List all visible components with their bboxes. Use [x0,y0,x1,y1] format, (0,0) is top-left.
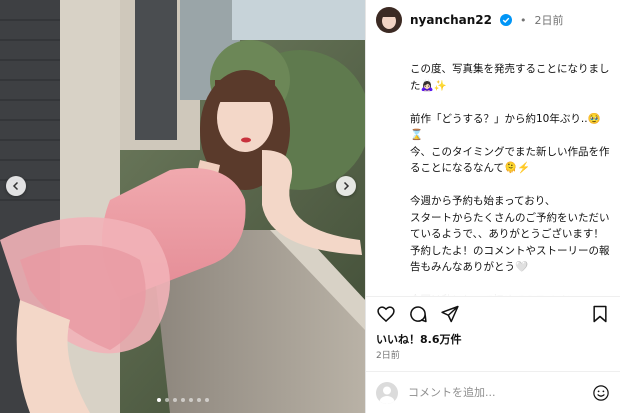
caption-text: この度、写真集を発売することになりました🙇🏻‍♀️✨ 前作「どうする？」から約1… [410,63,610,296]
header-separator: • [520,13,527,27]
carousel-prev-button[interactable] [6,176,26,196]
user-avatar-icon [379,386,395,404]
post-media[interactable] [0,0,365,413]
chevron-right-icon [343,181,350,191]
post-side-panel: nyanchan22 • 2日前 この度、写真集を発売することになりました🙇🏻‍… [365,0,620,413]
carousel-next-button[interactable] [336,176,356,196]
chevron-left-icon [12,181,19,191]
share-icon[interactable] [440,304,460,324]
carousel-dot [164,398,169,402]
instagram-post: nyanchan22 • 2日前 この度、写真集を発売することになりました🙇🏻‍… [0,0,620,413]
author-username[interactable]: nyanchan22 [410,13,492,27]
carousel-dot [180,398,185,402]
carousel-dot [172,398,177,402]
post-photo [0,0,365,413]
comment-icon[interactable] [408,304,428,324]
heart-icon[interactable] [376,304,396,324]
action-bar [366,296,620,331]
carousel-dot [204,398,209,402]
post-time[interactable]: 2日前 [535,12,564,28]
author-avatar-image [376,7,402,33]
smiley-icon[interactable] [592,384,610,402]
like-count[interactable]: いいね！8.6万件 [366,331,620,349]
commenter-avatar [376,381,398,404]
verified-badge-icon [500,14,513,26]
comment-input[interactable] [406,385,584,400]
post-caption: この度、写真集を発売することになりました🙇🏻‍♀️✨ 前作「どうする？」から約1… [366,40,620,296]
carousel-dot [196,398,201,402]
post-header: nyanchan22 • 2日前 [366,0,620,40]
comment-bar [366,371,620,413]
carousel-indicator [0,398,365,402]
carousel-dot [156,398,161,402]
bookmark-icon[interactable] [590,304,610,324]
post-date: 2日前 [376,351,400,361]
author-avatar[interactable] [376,7,402,33]
carousel-dot [188,398,193,402]
